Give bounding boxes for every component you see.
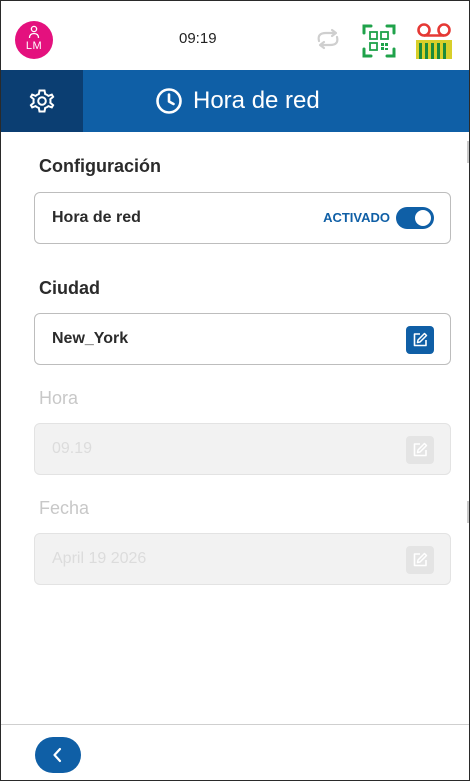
status-bar: LM 09:19 [1,1,469,70]
edit-date-button [406,546,434,574]
section-title-configuracion: Configuración [39,156,161,176]
avatar[interactable]: LM [15,21,53,59]
header-bar: Hora de red [1,70,469,132]
voicemail-icon[interactable] [415,21,453,61]
city-value: New_York [52,330,129,347]
settings-button[interactable] [1,70,83,132]
app-frame: LM 09:19 Hora de red Configuración Hora … [0,0,470,781]
edit-icon [413,332,428,347]
date-field: April 19 2026 [34,533,451,585]
time-value: 09.19 [52,440,93,457]
scroll-indicator [467,501,469,523]
edit-icon [413,552,428,567]
section-title-ciudad: Ciudad [39,278,100,298]
qr-code-icon[interactable] [361,23,397,59]
network-time-label: Hora de red [52,209,141,226]
city-field[interactable]: New_York [34,313,451,365]
sync-icon[interactable] [313,27,343,51]
section-title-hora: Hora [39,388,79,408]
gear-icon [29,89,55,113]
toggle-state-label: ACTIVADO [323,210,390,225]
edit-icon [413,442,428,457]
toggle-knob [415,210,431,226]
chevron-left-icon [53,747,62,763]
network-time-toggle[interactable] [396,207,434,229]
footer-divider [1,724,469,725]
back-button[interactable] [35,737,81,773]
clock-icon [155,87,183,115]
scroll-indicator [467,141,469,163]
date-value: April 19 2026 [52,550,147,567]
edit-time-button [406,436,434,464]
header-title-group: Hora de red [155,70,320,132]
section-title-fecha: Fecha [39,498,90,518]
time-field: 09.19 [34,423,451,475]
person-icon [28,25,40,39]
page-title: Hora de red [193,87,320,114]
avatar-initials: LM [25,40,43,52]
network-time-row: Hora de red ACTIVADO [34,192,451,244]
status-time: 09:19 [179,30,217,47]
edit-city-button[interactable] [406,326,434,354]
